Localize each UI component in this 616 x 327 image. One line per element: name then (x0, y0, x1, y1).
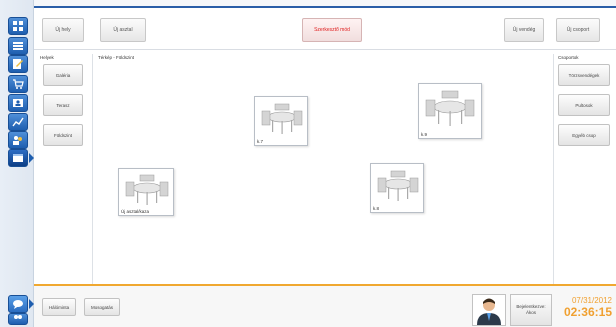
place-button-galeria[interactable]: Galéria (43, 64, 83, 86)
groups-panel: Csoportok Törzsvendégek Pultosok Egyéb c… (556, 54, 614, 284)
table-chairs-icon (261, 103, 303, 134)
new-guest-button[interactable]: Új vendég (504, 18, 544, 42)
bottom-bar: Hálóminta Mosogatás Bejelentkezve: Ákos … (34, 284, 616, 327)
table-card[interactable]: k.9 (418, 83, 482, 139)
bottom-button-1[interactable]: Hálóminta (42, 298, 76, 316)
user-avatar-icon (477, 298, 501, 325)
floor-title: Térkép - Földszint (98, 55, 135, 60)
places-title: Helyek (40, 55, 54, 60)
chat-icon[interactable] (8, 295, 28, 313)
places-panel: Helyek Galéria Terasz Földszint (38, 54, 93, 284)
top-toolbar: Új hely Új asztal Szerkesztő mód Új vend… (34, 8, 616, 50)
table-chairs-icon (377, 170, 419, 201)
date-display: 07/31/2012 (571, 296, 612, 305)
new-group-button[interactable]: Új csoport (556, 18, 600, 42)
table-card[interactable]: k.7 (254, 96, 308, 146)
list-icon[interactable] (8, 37, 28, 55)
table-chairs-icon (425, 90, 475, 126)
edit-mode-button[interactable]: Szerkesztő mód (302, 18, 362, 42)
group-button-torzsvendegek[interactable]: Törzsvendégek (558, 64, 610, 86)
logged-in-user-button[interactable]: Bejelentkezve: Ákos (510, 294, 552, 326)
edit-icon[interactable] (8, 55, 28, 73)
table-card[interactable]: Új asztal/kaza (118, 168, 174, 216)
users-icon[interactable] (8, 131, 28, 149)
new-place-button[interactable]: Új hely (42, 18, 84, 42)
group-button-pultosok[interactable]: Pultosok (558, 94, 610, 116)
groups-title: Csoportok (558, 55, 579, 60)
time-display: 02:36:15 (563, 305, 612, 319)
new-table-button[interactable]: Új asztal (100, 18, 146, 42)
table-label: k.9 (421, 132, 428, 137)
people-icon[interactable] (8, 313, 28, 325)
table-label: k.7 (257, 139, 264, 144)
place-button-terasz[interactable]: Terasz (43, 94, 83, 116)
table-card[interactable]: k.8 (370, 163, 424, 213)
bottom-button-2[interactable]: Mosogatás (84, 298, 120, 316)
cart-icon[interactable] (8, 75, 28, 93)
active-indicator (29, 153, 34, 163)
table-label: Új asztal/kaza (121, 209, 150, 214)
avatar (472, 294, 506, 326)
place-button-foldszint[interactable]: Földszint (43, 124, 83, 146)
user-card-icon[interactable] (8, 94, 28, 112)
top-accent-bar (34, 0, 616, 8)
table-label: k.8 (373, 206, 380, 211)
group-button-egyeb[interactable]: Egyéb csop (558, 124, 610, 146)
left-icon-rail (0, 0, 34, 327)
floor-map: Térkép - Földszint k.7 k.9 Új asztal/kaz… (96, 54, 554, 284)
window-icon[interactable] (8, 149, 28, 167)
grid-icon[interactable] (8, 17, 28, 35)
table-chairs-icon (125, 174, 169, 205)
chart-icon[interactable] (8, 113, 28, 131)
